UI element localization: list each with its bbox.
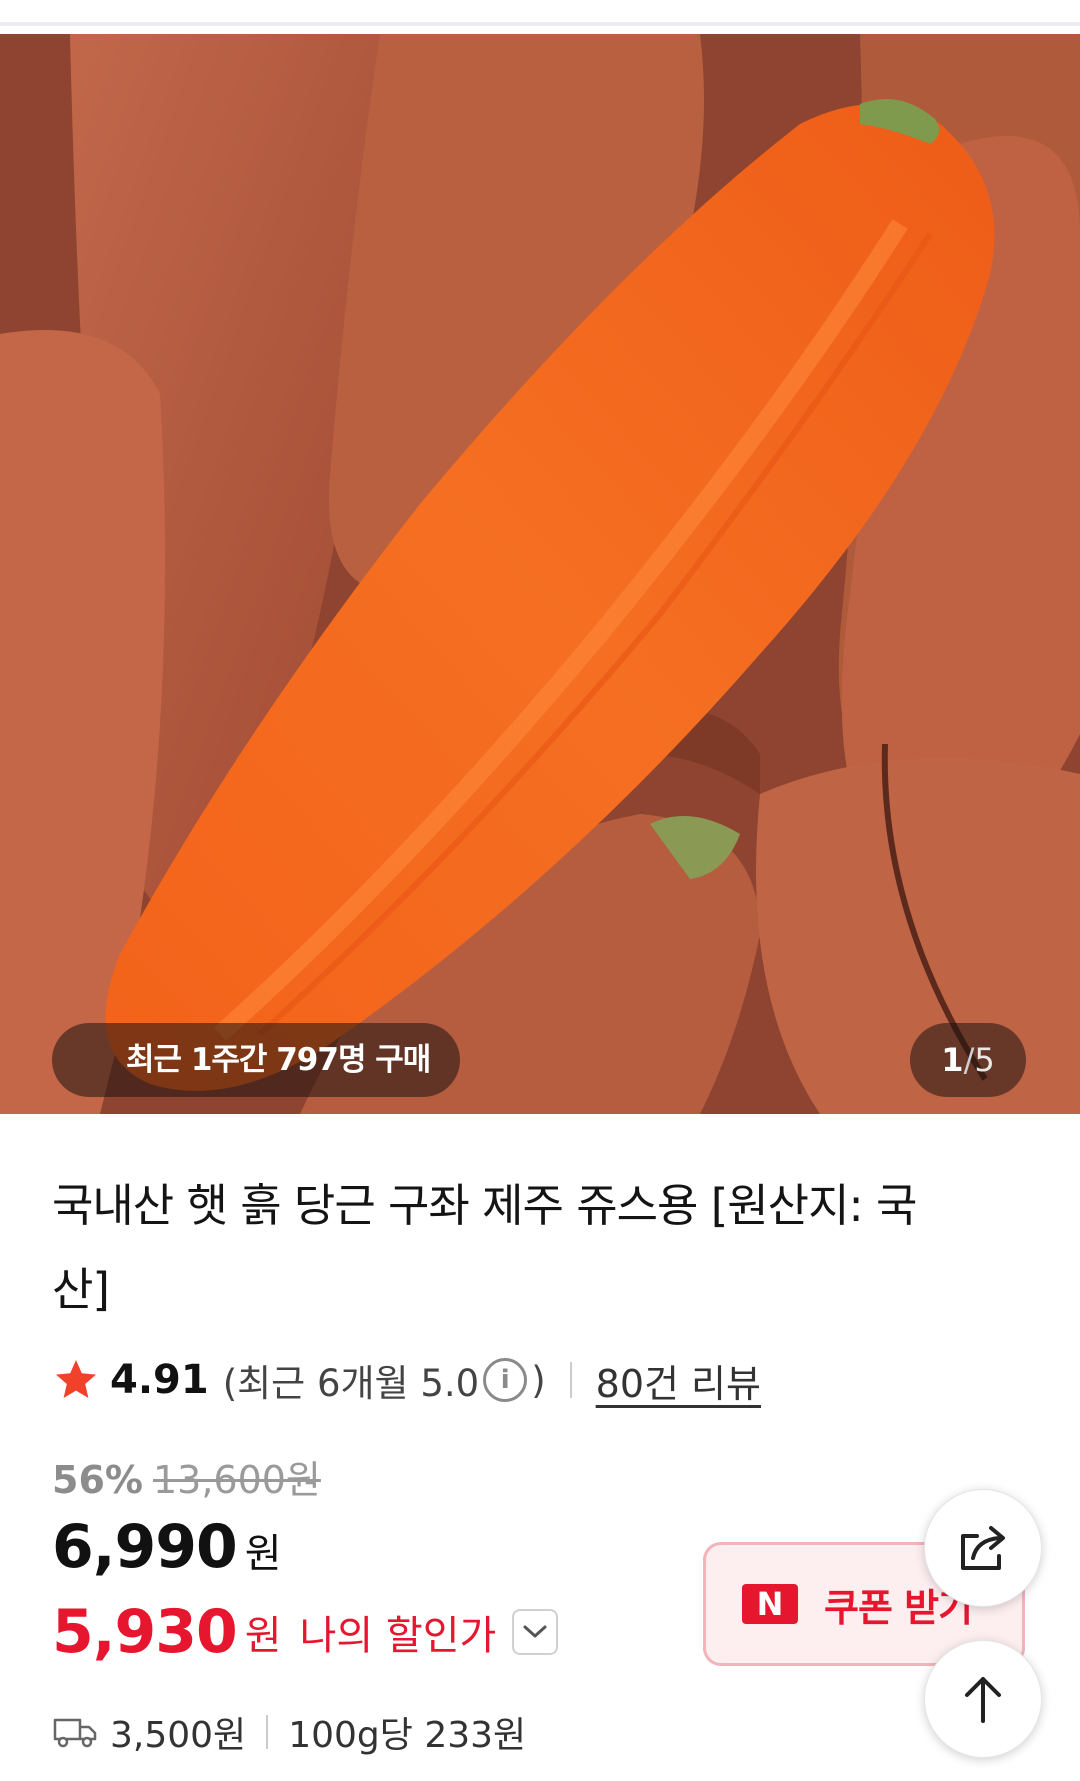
my-price-amount: 5,930	[52, 1597, 238, 1667]
sale-price-unit: 원	[244, 1531, 282, 1577]
info-icon[interactable]: i	[483, 1358, 528, 1402]
discount-row: 56% 13,600원	[52, 1449, 321, 1504]
chevron-down-icon	[523, 1625, 547, 1638]
shipping-fee: 3,500원	[110, 1715, 247, 1756]
carrot-photo	[0, 34, 1080, 1114]
sale-price: 6,990 원	[52, 1512, 282, 1582]
divider	[569, 1362, 572, 1398]
truck-icon	[53, 1718, 97, 1748]
product-image-carousel[interactable]: 최근 1주간 797명 구매 1/5	[0, 34, 1080, 1114]
arrow-up-icon	[965, 1677, 1001, 1723]
original-price: 13,600원	[152, 1458, 321, 1502]
rating-row: 4.91 (최근 6개월 5.0 i ) 80건 리뷰	[52, 1352, 761, 1408]
star-icon	[56, 1360, 96, 1398]
sale-price-amount: 6,990	[52, 1512, 238, 1582]
my-discount-price: 5,930 원 나의 할인가	[52, 1597, 559, 1667]
status-bar-edge	[0, 0, 1080, 26]
share-button[interactable]	[924, 1489, 1042, 1607]
recent-rating: (최근 6개월 5.0 i )	[223, 1353, 546, 1407]
recent-rating-close: )	[531, 1358, 546, 1402]
divider	[266, 1715, 269, 1749]
reviews-link[interactable]: 80건 리뷰	[596, 1353, 761, 1408]
scroll-to-top-button[interactable]	[924, 1640, 1042, 1758]
recent-rating-text: (최근 6개월 5.0	[222, 1362, 480, 1405]
naver-n-icon: N	[742, 1584, 798, 1624]
page-total: 5	[974, 1041, 995, 1079]
product-title: 국내산 햇 흙 당근 구좌 제주 쥬스용 [원산지: 국산]	[52, 1179, 917, 1316]
image-page-indicator: 1/5	[910, 1023, 1026, 1097]
unit-price: 100g당 233원	[288, 1715, 527, 1756]
my-price-unit: 원	[244, 1613, 282, 1659]
recent-purchase-badge: 최근 1주간 797명 구매	[52, 1023, 461, 1097]
share-icon	[961, 1526, 1005, 1570]
expand-discount-button[interactable]	[512, 1609, 559, 1655]
rating-score: 4.91	[110, 1357, 209, 1403]
page-separator: /	[963, 1041, 975, 1079]
my-price-label: 나의 할인가	[299, 1613, 497, 1659]
discount-rate: 56%	[52, 1458, 143, 1502]
shipping-row: 3,500원 100g당 233원	[52, 1706, 526, 1758]
page-current: 1	[941, 1041, 964, 1079]
